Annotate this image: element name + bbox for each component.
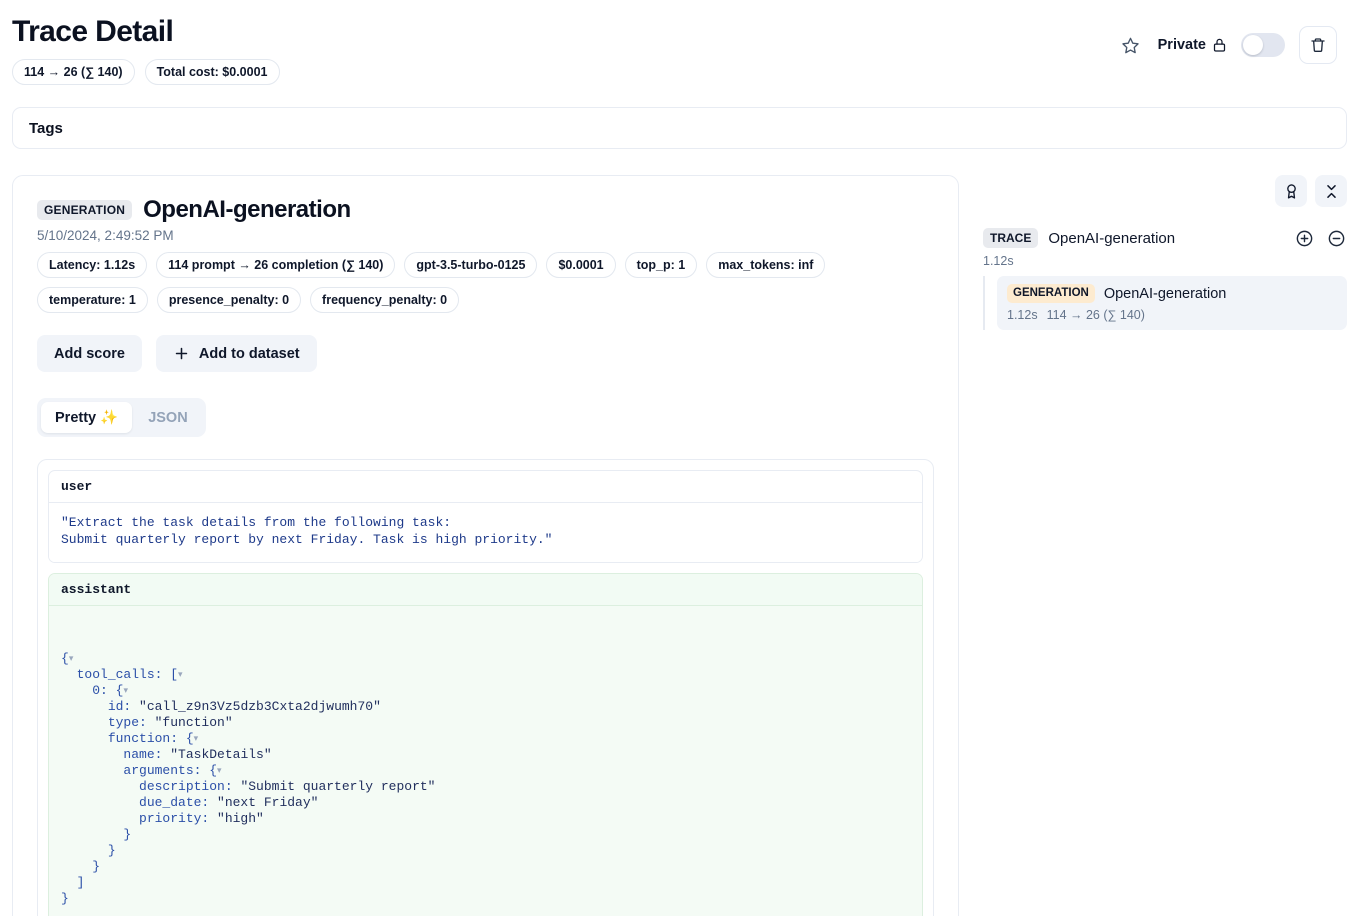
trace-tree-children: GENERATION OpenAI-generation 1.12s 114 →… [983,276,1347,330]
message-content-user: "Extract the task details from the follo… [49,503,922,562]
observation-meta-pills: Latency: 1.12s 114 prompt → 26 completio… [37,252,897,313]
page-title: Trace Detail [12,15,174,48]
trace-root-row[interactable]: TRACE OpenAI-generation [983,227,1347,249]
add-to-dataset-button[interactable]: Add to dataset [155,335,317,372]
tree-node-badge: GENERATION [1007,284,1095,303]
trace-name: OpenAI-generation [1048,229,1176,247]
presence-penalty-pill: presence_penalty: 0 [156,287,302,313]
tree-node-name: OpenAI-generation [1103,285,1227,302]
message-box-user: user "Extract the task details from the … [48,470,923,563]
add-to-dataset-label: Add to dataset [198,345,300,362]
plus-icon [173,345,190,362]
tree-node-tokens: 114 → 26 (∑ 140) [1046,308,1145,322]
minus-circle-icon[interactable] [1325,227,1347,249]
plus-circle-icon[interactable] [1293,227,1315,249]
io-container: user "Extract the task details from the … [37,459,934,916]
tab-pretty[interactable]: Pretty ✨ [41,402,133,433]
sidebar-toolbar [983,175,1347,207]
add-score-button[interactable]: Add score [37,335,142,372]
observation-detail-card: GENERATION OpenAI-generation 5/10/2024, … [12,175,959,916]
max-tokens-pill: max_tokens: inf [706,252,826,278]
tree-node-duration: 1.12s [1007,308,1038,322]
tree-node-generation[interactable]: GENERATION OpenAI-generation 1.12s 114 →… [997,276,1347,330]
trace-duration: 1.12s [983,254,1014,268]
cost-pill: $0.0001 [546,252,616,278]
tree-node-title-row: GENERATION OpenAI-generation [1007,284,1337,303]
message-role-user: user [49,471,922,503]
observation-timestamp: 5/10/2024, 2:49:52 PM [37,228,174,243]
message-box-assistant: assistant {▾ tool_calls: [▾ 0: {▾ id: "c… [48,573,923,916]
model-pill: gpt-3.5-turbo-0125 [404,252,538,278]
award-icon[interactable] [1275,175,1307,207]
temperature-pill: temperature: 1 [37,287,148,313]
io-view-tabs: Pretty ✨ JSON [37,398,206,437]
visibility-label: Private [1158,37,1227,53]
star-icon[interactable] [1118,32,1144,58]
observation-name: OpenAI-generation [143,196,351,223]
collapse-vertical-icon[interactable] [1315,175,1347,207]
top-p-pill: top_p: 1 [624,252,698,278]
usage-pill: 114 → 26 (∑ 140) [12,59,135,85]
private-text: Private [1157,37,1206,53]
observation-type-badge: GENERATION [37,200,133,220]
add-score-label: Add score [54,345,125,362]
header-pill-list: 114 → 26 (∑ 140) Total cost: $0.0001 [12,59,280,85]
observation-title-row: GENERATION OpenAI-generation [37,196,934,224]
delete-trace-button[interactable] [1299,26,1337,64]
header-left: Trace Detail 114 → 26 (∑ 140) Total cost… [12,12,280,85]
tags-label: Tags [29,119,63,137]
visibility-toggle[interactable] [1241,33,1285,57]
tab-json[interactable]: JSON [134,402,202,433]
observation-actions: Add score Add to dataset [37,335,934,372]
main-content: GENERATION OpenAI-generation 5/10/2024, … [0,175,1359,916]
trace-detail-page: Trace Detail 114 → 26 (∑ 140) Total cost… [0,0,1359,916]
message-role-assistant: assistant [49,574,922,606]
lock-icon [1212,37,1227,53]
json-tree[interactable]: {▾ tool_calls: [▾ 0: {▾ id: "call_z9n3Vz… [61,651,910,907]
toggle-knob [1243,35,1263,55]
message-content-assistant: {▾ tool_calls: [▾ 0: {▾ id: "call_z9n3Vz… [49,606,922,916]
header-actions: Private [1118,12,1337,64]
tags-bar[interactable]: Tags [12,107,1347,149]
page-header: Trace Detail 114 → 26 (∑ 140) Total cost… [0,0,1359,85]
frequency-penalty-pill: frequency_penalty: 0 [310,287,460,313]
tree-node-meta: 1.12s 114 → 26 (∑ 140) [1007,308,1337,322]
trace-badge: TRACE [983,228,1039,248]
trace-tree-sidebar: TRACE OpenAI-generation 1.12s GENERATION… [959,175,1347,330]
tokens-pill: 114 prompt → 26 completion (∑ 140) [156,252,396,278]
total-cost-pill: Total cost: $0.0001 [144,59,280,85]
latency-pill: Latency: 1.12s [37,252,148,278]
